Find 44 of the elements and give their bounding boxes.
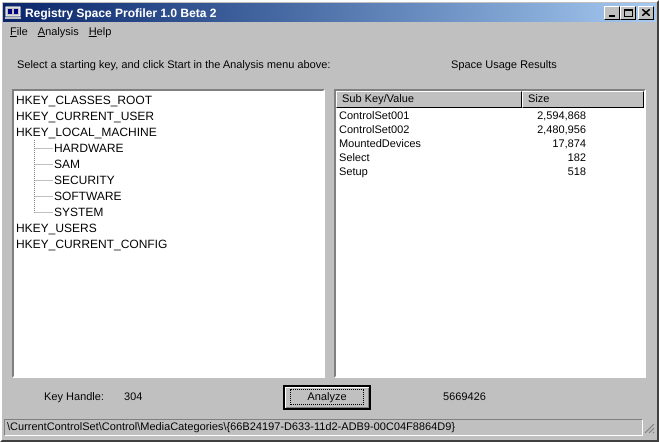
tree-item[interactable]: HKEY_CLASSES_ROOT [16, 92, 152, 108]
status-bar: \CurrentControlSet\Control\MediaCategories\{66B24197-D633-11d2-ADB9-00C04F8864D9} [4, 419, 643, 436]
tree-item[interactable]: HARDWARE [54, 140, 124, 156]
total-size: 5669426 [443, 390, 486, 405]
menu-item[interactable]: Help [84, 24, 116, 40]
table-cell-text: ControlSet002 [338, 122, 410, 138]
results-heading: Space Usage Results [451, 58, 557, 74]
analyze-button[interactable]: Analyze [283, 384, 371, 410]
tree-item[interactable]: SYSTEM [54, 204, 104, 220]
minimize-button[interactable] [604, 6, 620, 20]
tree-item[interactable]: HKEY_USERS [16, 220, 97, 236]
table-cell-text: 518 [568, 164, 586, 180]
tree-item[interactable]: HKEY_LOCAL_MACHINE [16, 124, 157, 140]
menu-item[interactable]: Analysis [32, 24, 84, 40]
maximize-button[interactable] [620, 6, 636, 20]
table-cell-text: 182 [568, 150, 586, 166]
tree-item[interactable]: SOFTWARE [54, 188, 122, 204]
tree-line [34, 140, 53, 156]
tree-item[interactable]: SAM [54, 156, 80, 172]
table-cell-text: MountedDevices [338, 136, 422, 152]
table-cell-text: 2,594,868 [537, 108, 586, 124]
tree-item[interactable]: SECURITY [54, 172, 115, 188]
table-cell-text: 17,874 [552, 136, 586, 152]
column-header[interactable]: Sub Key/Value [336, 91, 522, 108]
column-header[interactable]: Size [522, 91, 644, 108]
tree-item[interactable]: HKEY_CURRENT_USER [16, 108, 154, 124]
close-icon [642, 9, 650, 16]
instruction-text: Select a starting key, and click Start in the Analysis menu above: [17, 58, 332, 74]
table-cell-text: Select [338, 150, 371, 166]
menu-item[interactable]: File [5, 24, 33, 40]
key-handle-value: 304 [124, 390, 144, 405]
resize-grip-icon[interactable] [643, 422, 655, 434]
tree-item[interactable]: HKEY_CURRENT_CONFIG [16, 236, 168, 252]
app-icon [5, 6, 21, 20]
tree-line [34, 172, 53, 188]
table-cell-text: ControlSet001 [338, 108, 410, 124]
maximize-icon [624, 8, 632, 16]
table-cell-text: Setup [338, 164, 369, 180]
key-handle-label: Key Handle: [44, 390, 105, 405]
table-cell-text: 2,480,956 [537, 122, 586, 138]
tree-line [34, 156, 53, 172]
minimize-icon [609, 14, 615, 16]
close-button[interactable] [638, 6, 654, 20]
window-title: Registry Space Profiler 1.0 Beta 2 [25, 4, 216, 22]
